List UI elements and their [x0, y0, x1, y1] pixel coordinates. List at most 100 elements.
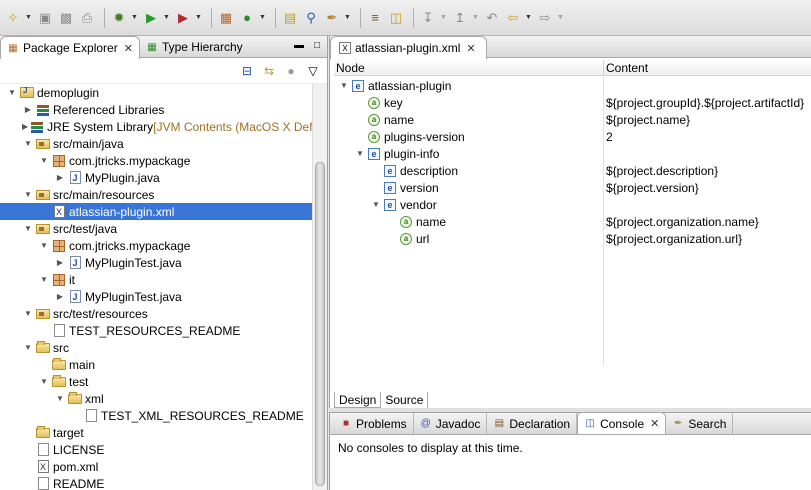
collapsed-triangle-icon[interactable]: ▶: [54, 291, 66, 303]
tab-javadoc[interactable]: @ Javadoc: [414, 413, 488, 434]
tab-console[interactable]: ◫ Console ✕: [577, 412, 667, 434]
xml-content-cell[interactable]: ${project.groupId}.${project.artifactId}: [604, 94, 811, 111]
xml-node-row[interactable]: a plugins-version 2: [334, 128, 811, 145]
run-dropdown[interactable]: ▼: [163, 9, 170, 27]
xml-node-row[interactable]: a name ${project.organization.name}: [334, 213, 811, 230]
tree-item[interactable]: main: [0, 356, 312, 373]
tree-item[interactable]: Xatlassian-plugin.xml: [0, 203, 312, 220]
save-all-icon[interactable]: ▩: [57, 9, 75, 27]
tree-item[interactable]: ▶ J MyPluginTest.java: [0, 254, 312, 271]
expanded-triangle-icon[interactable]: ▼: [38, 376, 50, 388]
tree-item[interactable]: LICENSE: [0, 441, 312, 458]
xml-node-row[interactable]: e description ${project.description}: [334, 162, 811, 179]
debug-icon[interactable]: ✹: [110, 9, 128, 27]
tree-item[interactable]: TEST_RESOURCES_README: [0, 322, 312, 339]
link-with-editor-icon[interactable]: ⇆: [261, 63, 277, 79]
tree-item[interactable]: ▼ src/main/java: [0, 135, 312, 152]
run-icon[interactable]: ▶: [142, 9, 160, 27]
xml-content-cell[interactable]: [604, 145, 811, 162]
xml-content-cell[interactable]: [604, 196, 811, 213]
expanded-triangle-icon[interactable]: ▼: [370, 200, 382, 209]
tab-search[interactable]: ✒ Search: [666, 413, 734, 434]
tree-item[interactable]: Xpom.xml: [0, 458, 312, 475]
forward-dropdown[interactable]: ▼: [557, 9, 564, 27]
tree-item[interactable]: TEST_XML_RESOURCES_README: [0, 407, 312, 424]
column-node[interactable]: Node: [334, 60, 604, 76]
next-annotation-dropdown[interactable]: ▼: [440, 9, 447, 27]
new-class-icon[interactable]: ●: [238, 9, 256, 27]
expanded-triangle-icon[interactable]: ▼: [38, 274, 50, 286]
xml-content-cell[interactable]: [604, 77, 811, 94]
next-annotation-icon[interactable]: ↧: [419, 9, 437, 27]
save-icon[interactable]: ▣: [36, 9, 54, 27]
expanded-triangle-icon[interactable]: ▼: [22, 342, 34, 354]
expanded-triangle-icon[interactable]: ▼: [22, 189, 34, 201]
maximize-icon[interactable]: □: [311, 39, 323, 51]
search-icon[interactable]: ⚲: [302, 9, 320, 27]
last-edit-icon[interactable]: ↶: [483, 9, 501, 27]
close-icon[interactable]: ✕: [124, 42, 133, 55]
annotation-dropdown[interactable]: ▼: [344, 9, 351, 27]
column-content[interactable]: Content: [604, 60, 811, 76]
tree-item[interactable]: ▼ src/test/resources: [0, 305, 312, 322]
view-menu-icon[interactable]: ▽: [305, 63, 321, 79]
new-package-icon[interactable]: ▦: [217, 9, 235, 27]
prev-annotation-dropdown[interactable]: ▼: [472, 9, 479, 27]
xml-node-row[interactable]: ▼ e atlassian-plugin: [334, 77, 811, 94]
tree-item[interactable]: ▶ J MyPlugin.java: [0, 169, 312, 186]
expanded-triangle-icon[interactable]: ▼: [22, 308, 34, 320]
tab-design[interactable]: Design: [334, 392, 382, 408]
external-tools-icon[interactable]: ▶: [174, 9, 192, 27]
forward-icon[interactable]: ⇨: [536, 9, 554, 27]
tree-item[interactable]: ▼ com.jtricks.mypackage: [0, 237, 312, 254]
focus-task-icon[interactable]: ●: [283, 63, 299, 79]
tree-item[interactable]: ▼ demoplugin: [0, 84, 312, 101]
tree-item[interactable]: ▼ src/main/resources: [0, 186, 312, 203]
tree-item[interactable]: ▼ it: [0, 271, 312, 288]
expanded-triangle-icon[interactable]: ▼: [22, 223, 34, 235]
expanded-triangle-icon[interactable]: ▼: [354, 149, 366, 158]
expanded-triangle-icon[interactable]: ▼: [338, 81, 350, 90]
minimize-icon[interactable]: ▬: [293, 39, 305, 51]
scrollbar-thumb[interactable]: [315, 162, 325, 486]
collapsed-triangle-icon[interactable]: ▶: [54, 172, 66, 184]
new-class-dropdown[interactable]: ▼: [259, 9, 266, 27]
new-wizard-icon[interactable]: ✧: [4, 9, 22, 27]
collapsed-triangle-icon[interactable]: ▶: [54, 257, 66, 269]
open-file-icon[interactable]: ◫: [387, 9, 405, 27]
expanded-triangle-icon[interactable]: ▼: [22, 138, 34, 150]
toggle-mark-icon[interactable]: ≡: [366, 9, 384, 27]
print-icon[interactable]: ⎙: [78, 9, 96, 27]
xml-node-row[interactable]: a url ${project.organization.url}: [334, 230, 811, 247]
tab-declaration[interactable]: ▤ Declaration: [487, 413, 578, 434]
debug-dropdown[interactable]: ▼: [131, 9, 138, 27]
tree-item[interactable]: ▶ J MyPluginTest.java: [0, 288, 312, 305]
tree-item[interactable]: ▼ xml: [0, 390, 312, 407]
expanded-triangle-icon[interactable]: ▼: [38, 240, 50, 252]
new-wizard-dropdown[interactable]: ▼: [25, 9, 32, 27]
tab-atlassian-plugin-xml[interactable]: X atlassian-plugin.xml ✕: [330, 36, 487, 59]
xml-content-cell[interactable]: ${project.organization.url}: [604, 230, 811, 247]
tab-problems[interactable]: ■ Problems: [334, 413, 414, 434]
xml-content-cell[interactable]: ${project.description}: [604, 162, 811, 179]
tree-item[interactable]: ▼ src: [0, 339, 312, 356]
xml-node-row[interactable]: a key ${project.groupId}.${project.artifac…: [334, 94, 811, 111]
annotation-icon[interactable]: ✒: [323, 9, 341, 27]
tree-item[interactable]: ▼ src/test/java: [0, 220, 312, 237]
tree-item[interactable]: ▶ Referenced Libraries: [0, 101, 312, 118]
vertical-scrollbar[interactable]: [312, 84, 327, 490]
tree-item[interactable]: ▼ com.jtricks.mypackage: [0, 152, 312, 169]
expanded-triangle-icon[interactable]: ▼: [54, 393, 66, 405]
xml-content-cell[interactable]: ${project.name}: [604, 111, 811, 128]
collapse-all-icon[interactable]: ⊟: [239, 63, 255, 79]
tab-type-hierarchy[interactable]: ▦ Type Hierarchy: [140, 36, 249, 58]
expanded-triangle-icon[interactable]: ▼: [38, 155, 50, 167]
xml-node-row[interactable]: a name ${project.name}: [334, 111, 811, 128]
open-type-icon[interactable]: ▤: [281, 9, 299, 27]
external-tools-dropdown[interactable]: ▼: [195, 9, 202, 27]
back-icon[interactable]: ⇦: [504, 9, 522, 27]
close-icon[interactable]: ✕: [650, 417, 659, 430]
tree-item[interactable]: ▶ JRE System Library [JVM Contents (MacOS…: [0, 118, 312, 135]
expanded-triangle-icon[interactable]: ▼: [6, 87, 18, 99]
xml-node-row[interactable]: ▼ e vendor: [334, 196, 811, 213]
